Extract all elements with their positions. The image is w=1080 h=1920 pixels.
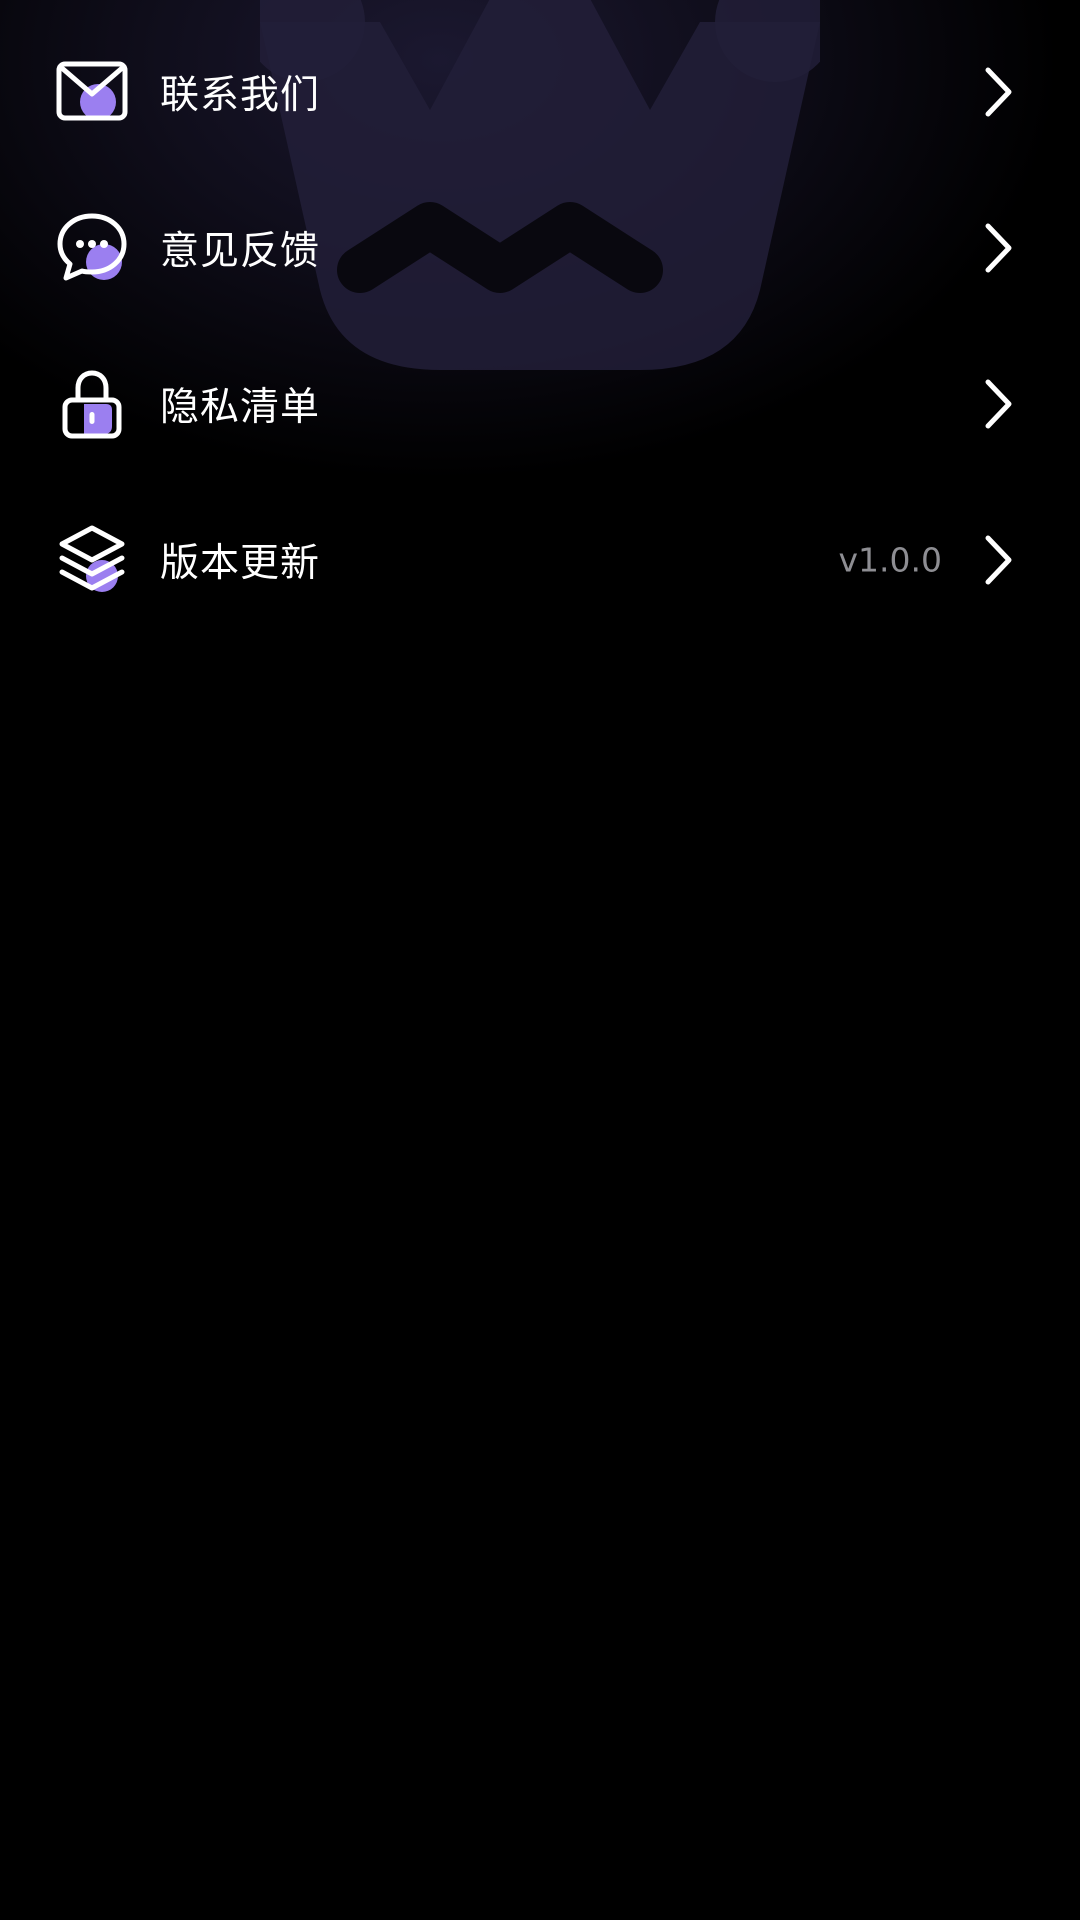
version-value: v1.0.0 bbox=[838, 540, 943, 580]
settings-menu: 联系我们 意见反馈 隐私清单 版本更新 v1.0.0 bbox=[0, 0, 1080, 638]
layers-icon bbox=[54, 522, 130, 598]
settings-screen: 联系我们 意见反馈 隐私清单 版本更新 v1.0.0 bbox=[0, 0, 1080, 1920]
chat-bubble-icon bbox=[54, 210, 130, 286]
menu-item-label: 意见反馈 bbox=[160, 229, 321, 274]
lock-icon bbox=[54, 366, 130, 442]
menu-item-update[interactable]: 版本更新 v1.0.0 bbox=[0, 482, 1080, 638]
chevron-right-icon bbox=[982, 534, 1014, 586]
menu-item-privacy[interactable]: 隐私清单 bbox=[0, 326, 1080, 482]
menu-item-label: 隐私清单 bbox=[160, 385, 321, 430]
mail-icon bbox=[54, 54, 130, 130]
menu-item-label: 联系我们 bbox=[160, 73, 321, 118]
menu-item-feedback[interactable]: 意见反馈 bbox=[0, 170, 1080, 326]
chevron-right-icon bbox=[982, 222, 1014, 274]
chevron-right-icon bbox=[982, 66, 1014, 118]
chevron-right-icon bbox=[982, 378, 1014, 430]
menu-item-contact[interactable]: 联系我们 bbox=[0, 14, 1080, 170]
menu-item-label: 版本更新 bbox=[160, 541, 321, 586]
